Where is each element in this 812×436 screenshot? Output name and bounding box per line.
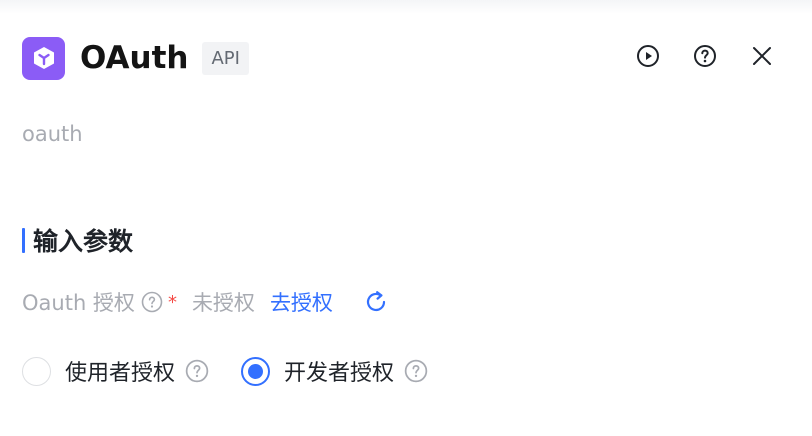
- radio-label-developer-auth[interactable]: 开发者授权: [284, 355, 394, 387]
- description: oauth: [22, 122, 83, 146]
- header: OAuth API: [22, 36, 249, 80]
- required-mark: *: [167, 291, 177, 313]
- app-logo-icon: [22, 36, 65, 80]
- top-shadow: [0, 0, 812, 14]
- auth-type-radio-group: 使用者授权 开发者授权: [22, 354, 428, 388]
- close-icon[interactable]: [750, 44, 774, 68]
- page-title: OAuth: [80, 40, 189, 76]
- radio-label-user-auth[interactable]: 使用者授权: [65, 355, 175, 387]
- auth-status: 未授权: [191, 291, 255, 315]
- help-circle-icon[interactable]: [693, 44, 717, 68]
- radio-user-auth[interactable]: [22, 356, 51, 386]
- play-circle-icon[interactable]: [636, 44, 660, 68]
- oauth-help-icon[interactable]: [141, 291, 163, 313]
- authorize-link[interactable]: 去授权: [270, 287, 333, 317]
- section-title: 输入参数: [33, 227, 134, 256]
- oauth-label: Oauth 授权: [22, 291, 135, 315]
- radio-developer-auth[interactable]: [241, 356, 271, 386]
- refresh-icon[interactable]: [363, 289, 389, 315]
- oauth-field: Oauth 授权 * 未授权 去授权: [22, 286, 389, 318]
- user-auth-help-icon[interactable]: [185, 359, 209, 383]
- header-actions: [636, 44, 774, 68]
- radio-selected-dot: [248, 363, 264, 379]
- developer-auth-help-icon[interactable]: [404, 359, 428, 383]
- api-badge: API: [202, 41, 249, 75]
- section-accent-bar: [22, 227, 25, 253]
- section-header: 输入参数: [22, 222, 133, 258]
